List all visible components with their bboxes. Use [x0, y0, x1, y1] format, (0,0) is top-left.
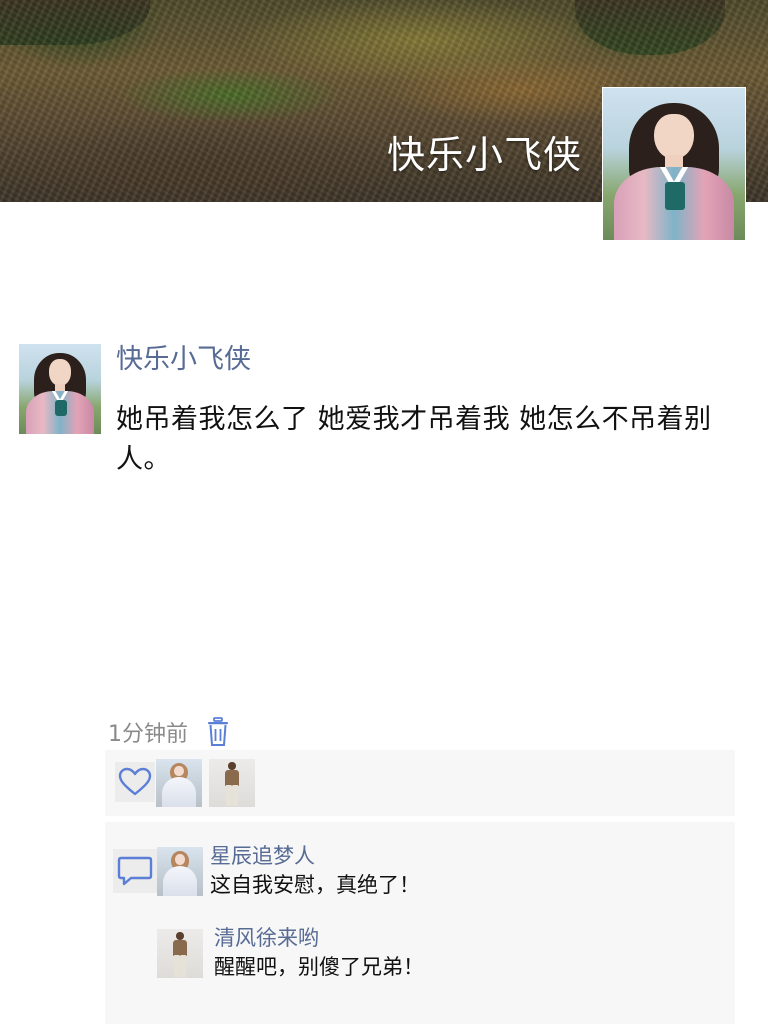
post-meta: 1分钟前	[108, 716, 230, 748]
avatar-image	[209, 759, 255, 807]
likes-section	[105, 750, 735, 816]
commenter-avatar[interactable]	[157, 847, 203, 896]
liker-avatar[interactable]	[156, 759, 202, 807]
like-icon-container	[115, 762, 155, 802]
comment-icon-container	[113, 849, 157, 893]
comment-text: 醒醒吧，别傻了兄弟！	[214, 955, 424, 979]
liker-avatar[interactable]	[209, 759, 255, 807]
tree-trunk-right	[575, 0, 725, 55]
comment-item[interactable]: 星辰追梦人 这自我安慰，真绝了！	[157, 844, 717, 907]
avatar-image	[156, 759, 202, 807]
profile-nickname: 快乐小飞侠	[386, 133, 582, 177]
comment-item[interactable]: 清风徐来哟 醒醒吧，别傻了兄弟！	[157, 926, 717, 989]
speech-bubble-icon	[117, 856, 153, 886]
post-author-name[interactable]: 快乐小飞侠	[116, 340, 251, 380]
post-timestamp: 1分钟前	[108, 722, 188, 747]
avatar-image	[157, 847, 203, 896]
post-text: 她吊着我怎么了 她爱我才吊着我 她怎么不吊着别人。	[116, 404, 712, 475]
heart-outline-icon	[118, 767, 152, 796]
trash-icon[interactable]	[206, 717, 230, 747]
moments-page: 快乐小飞侠 快乐小飞侠 她吊着我怎么了 她爱我才吊着我 她怎么不吊着别人。 1分…	[0, 0, 768, 1024]
post-author-avatar[interactable]	[19, 344, 101, 434]
tree-trunk-left	[0, 0, 150, 45]
avatar-image	[19, 344, 101, 434]
commenter-name[interactable]: 清风徐来哟	[214, 923, 319, 953]
profile-avatar[interactable]	[602, 87, 746, 241]
avatar-image	[603, 88, 745, 240]
comment-text: 这自我安慰，真绝了！	[210, 873, 420, 897]
comments-section: 星辰追梦人 这自我安慰，真绝了！ 清风徐来哟 醒醒吧，别傻了兄弟！	[105, 822, 735, 1024]
commenter-name[interactable]: 星辰追梦人	[210, 841, 315, 871]
avatar-image	[157, 929, 203, 978]
commenter-avatar[interactable]	[157, 929, 203, 978]
